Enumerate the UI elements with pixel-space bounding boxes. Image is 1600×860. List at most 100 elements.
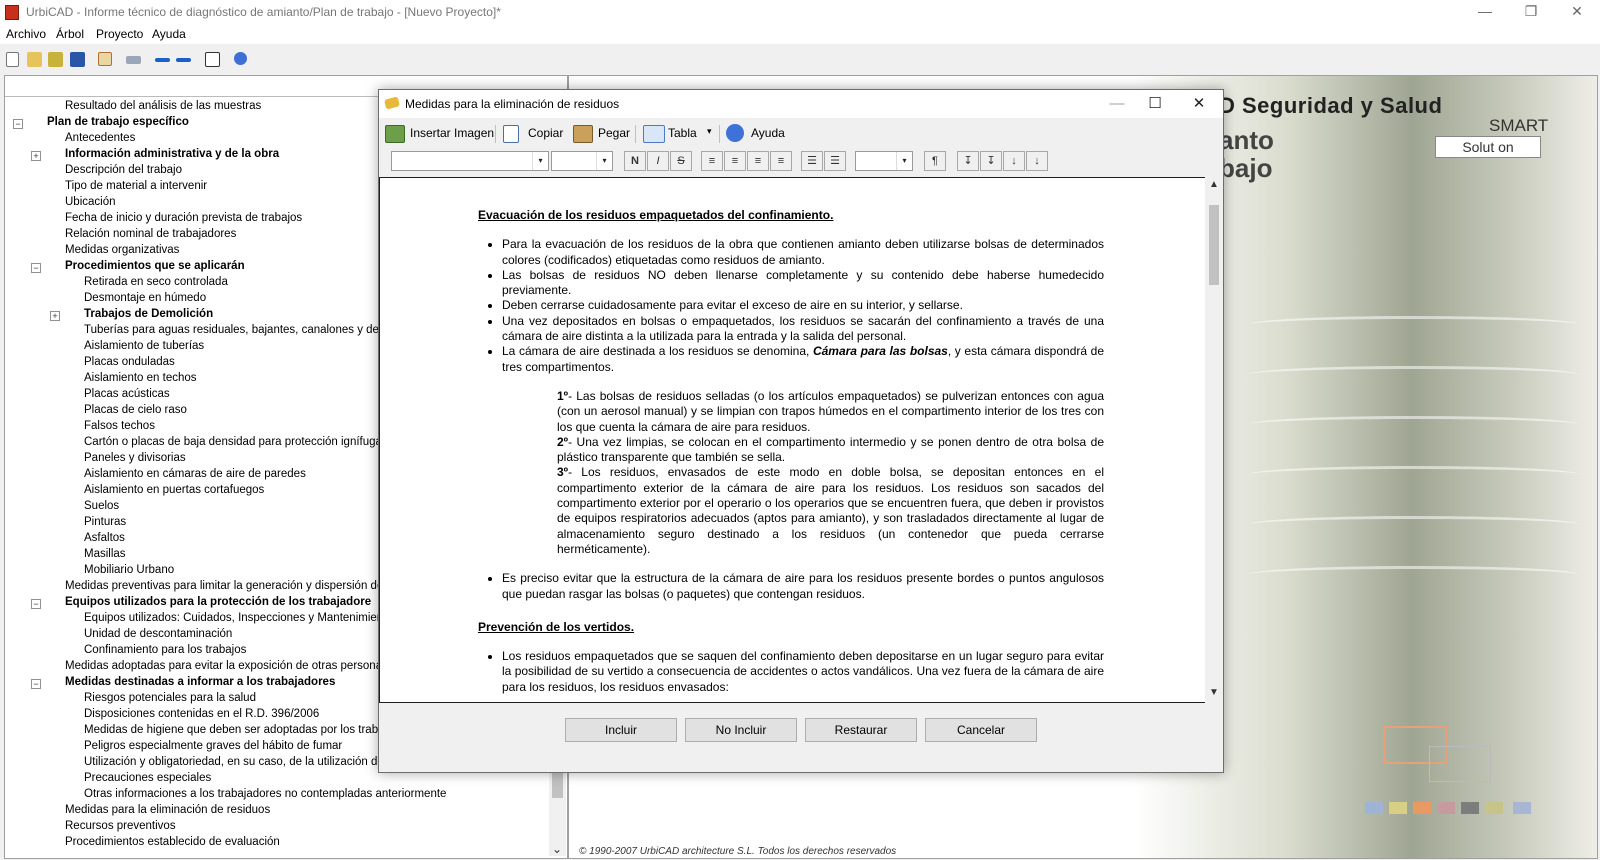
paragraph-button[interactable]: ¶ bbox=[924, 151, 946, 171]
not-include-button[interactable]: No Incluir bbox=[685, 718, 797, 742]
help-icon[interactable] bbox=[234, 52, 247, 65]
table-button[interactable]: Tabla ▾ bbox=[643, 123, 717, 143]
tree-item[interactable]: Equipos utilizados: Cuidados, Inspeccion… bbox=[84, 612, 399, 624]
close-button[interactable]: ✕ bbox=[1554, 0, 1600, 24]
tree-item[interactable]: Antecedentes bbox=[65, 132, 135, 144]
rich-text-editor[interactable]: Evacuación de los residuos empaquetados … bbox=[379, 177, 1207, 703]
align-justify-button[interactable]: ≡ bbox=[770, 151, 792, 171]
align-right-button[interactable]: ≡ bbox=[747, 151, 769, 171]
include-button[interactable]: Incluir bbox=[565, 718, 677, 742]
tree-item[interactable]: Aislamiento en cámaras de aire de parede… bbox=[84, 468, 306, 480]
font-size-select[interactable]: ▾ bbox=[551, 151, 613, 171]
bullet-list-button[interactable]: ☰ bbox=[801, 151, 823, 171]
tree-item[interactable]: Recursos preventivos bbox=[65, 820, 176, 832]
tree-scroll-down-icon[interactable]: ⌄ bbox=[552, 842, 562, 856]
bold-button[interactable]: N bbox=[624, 151, 646, 171]
tree-item[interactable]: Aislamiento en puertas cortafuegos bbox=[84, 484, 264, 496]
restore-button[interactable]: Restaurar bbox=[805, 718, 917, 742]
tree-item[interactable]: Medidas destinadas a informar a los trab… bbox=[65, 676, 335, 688]
editor-scroll-thumb[interactable] bbox=[1209, 205, 1219, 285]
tree-item[interactable]: Aislamiento de tuberías bbox=[84, 340, 204, 352]
scroll-down-icon[interactable]: ▼ bbox=[1205, 685, 1223, 701]
tree-expander-icon[interactable]: − bbox=[13, 119, 23, 129]
menu-proyecto[interactable]: Proyecto bbox=[96, 27, 143, 41]
tree-item[interactable]: Fecha de inicio y duración prevista de t… bbox=[65, 212, 302, 224]
tree-item[interactable]: Unidad de descontaminación bbox=[84, 628, 232, 640]
tree-item[interactable]: Placas de cielo raso bbox=[84, 404, 187, 416]
tree-item[interactable]: Procedimientos establecido de evaluación bbox=[65, 836, 280, 848]
help-button[interactable]: Ayuda bbox=[726, 123, 792, 143]
menu-arbol[interactable]: Árbol bbox=[56, 27, 84, 41]
tree-item[interactable]: Equipos utilizados para la protección de… bbox=[65, 596, 371, 608]
scroll-up-icon[interactable]: ▲ bbox=[1205, 177, 1223, 193]
insert-image-button[interactable]: Insertar Imagen bbox=[385, 123, 495, 143]
editor-scrollbar[interactable]: ▲ ▼ bbox=[1205, 177, 1223, 703]
menu-archivo[interactable]: Archivo bbox=[6, 27, 46, 41]
open-icon[interactable] bbox=[27, 52, 42, 67]
italic-button[interactable]: I bbox=[647, 151, 669, 171]
tree-item[interactable]: Medidas adoptadas para evitar la exposic… bbox=[65, 660, 388, 672]
minimize-button[interactable]: — bbox=[1462, 0, 1508, 24]
editor-document[interactable]: Evacuación de los residuos empaquetados … bbox=[478, 190, 1104, 695]
tree-item[interactable]: Pinturas bbox=[84, 516, 126, 528]
add-icon[interactable] bbox=[155, 58, 170, 62]
cancel-button[interactable]: Cancelar bbox=[925, 718, 1037, 742]
tree-item[interactable]: Medidas preventivas para limitar la gene… bbox=[65, 580, 409, 592]
dialog-maximize-button[interactable]: ☐ bbox=[1135, 92, 1175, 116]
restore-button[interactable]: ❐ bbox=[1508, 0, 1554, 24]
remove-icon[interactable] bbox=[176, 58, 191, 62]
tree-item[interactable]: Procedimientos que se aplicarán bbox=[65, 260, 245, 272]
tree-item[interactable]: Otras informaciones a los trabajadores n… bbox=[84, 788, 446, 800]
tree-item[interactable]: Información administrativa y de la obra bbox=[65, 148, 279, 160]
numbered-list-button[interactable]: ☰ bbox=[824, 151, 846, 171]
tree-item[interactable]: Resultado del análisis de las muestras bbox=[65, 100, 261, 112]
copy-button[interactable]: Copiar bbox=[503, 123, 565, 143]
tree-item[interactable]: Masillas bbox=[84, 548, 126, 560]
dialog-close-button[interactable]: ✕ bbox=[1179, 92, 1219, 116]
tree-item[interactable]: Relación nominal de trabajadores bbox=[65, 228, 236, 240]
tree-expander-icon[interactable]: − bbox=[31, 263, 41, 273]
tree-item[interactable]: Tipo de material a intervenir bbox=[65, 180, 207, 192]
new-file-icon[interactable] bbox=[6, 52, 19, 67]
tree-item[interactable]: Medidas organizativas bbox=[65, 244, 179, 256]
spacing-before-button[interactable]: ↓ bbox=[1003, 151, 1025, 171]
link-icon[interactable] bbox=[126, 56, 141, 64]
tree-item[interactable]: Paneles y divisorias bbox=[84, 452, 186, 464]
save-icon[interactable] bbox=[70, 52, 85, 67]
tree-item[interactable]: Medidas para la eliminación de residuos bbox=[65, 804, 270, 816]
table-dropdown-icon[interactable]: ▾ bbox=[707, 126, 712, 137]
indent-button[interactable]: ↧ bbox=[957, 151, 979, 171]
align-left-button[interactable]: ≡ bbox=[701, 151, 723, 171]
tree-item[interactable]: Tuberías para aguas residuales, bajantes… bbox=[84, 324, 403, 336]
menu-ayuda[interactable]: Ayuda bbox=[152, 27, 186, 41]
tree-item[interactable]: Desmontaje en húmedo bbox=[84, 292, 206, 304]
tree-item[interactable]: Retirada en seco controlada bbox=[84, 276, 228, 288]
tree-expander-icon[interactable]: + bbox=[31, 151, 41, 161]
copy-icon[interactable] bbox=[98, 52, 112, 66]
tree-item[interactable]: Plan de trabajo específico bbox=[47, 116, 189, 128]
open-folder-icon[interactable] bbox=[48, 52, 63, 67]
style-select[interactable]: ▾ bbox=[855, 151, 913, 171]
tree-item[interactable]: Confinamiento para los trabajos bbox=[84, 644, 246, 656]
tree-item[interactable]: Suelos bbox=[84, 500, 119, 512]
export-icon[interactable] bbox=[205, 52, 220, 67]
strike-button[interactable]: S bbox=[670, 151, 692, 171]
tree-item[interactable]: Asfaltos bbox=[84, 532, 125, 544]
tree-item[interactable]: Peligros especialmente graves del hábito… bbox=[84, 740, 342, 752]
tree-item[interactable]: Placas acústicas bbox=[84, 388, 170, 400]
tree-item[interactable]: Precauciones especiales bbox=[84, 772, 211, 784]
spacing-after-button[interactable]: ↓ bbox=[1026, 151, 1048, 171]
tree-item[interactable]: Mobiliario Urbano bbox=[84, 564, 174, 576]
tree-item[interactable]: Descripción del trabajo bbox=[65, 164, 182, 176]
tree-item[interactable]: Disposiciones contenidas en el R.D. 396/… bbox=[84, 708, 319, 720]
tree-item[interactable]: Ubicación bbox=[65, 196, 116, 208]
tree-item[interactable]: Medidas de higiene que deben ser adoptad… bbox=[84, 724, 400, 736]
tree-item[interactable]: Falsos techos bbox=[84, 420, 155, 432]
tree-item[interactable]: Cartón o placas de baja densidad para pr… bbox=[84, 436, 382, 448]
align-center-button[interactable]: ≡ bbox=[724, 151, 746, 171]
paste-button[interactable]: Pegar bbox=[573, 123, 633, 143]
tree-expander-icon[interactable]: + bbox=[50, 311, 60, 321]
tree-expander-icon[interactable]: − bbox=[31, 599, 41, 609]
tree-item[interactable]: Riesgos potenciales para la salud bbox=[84, 692, 256, 704]
dialog-minimize-button[interactable]: — bbox=[1097, 92, 1137, 116]
